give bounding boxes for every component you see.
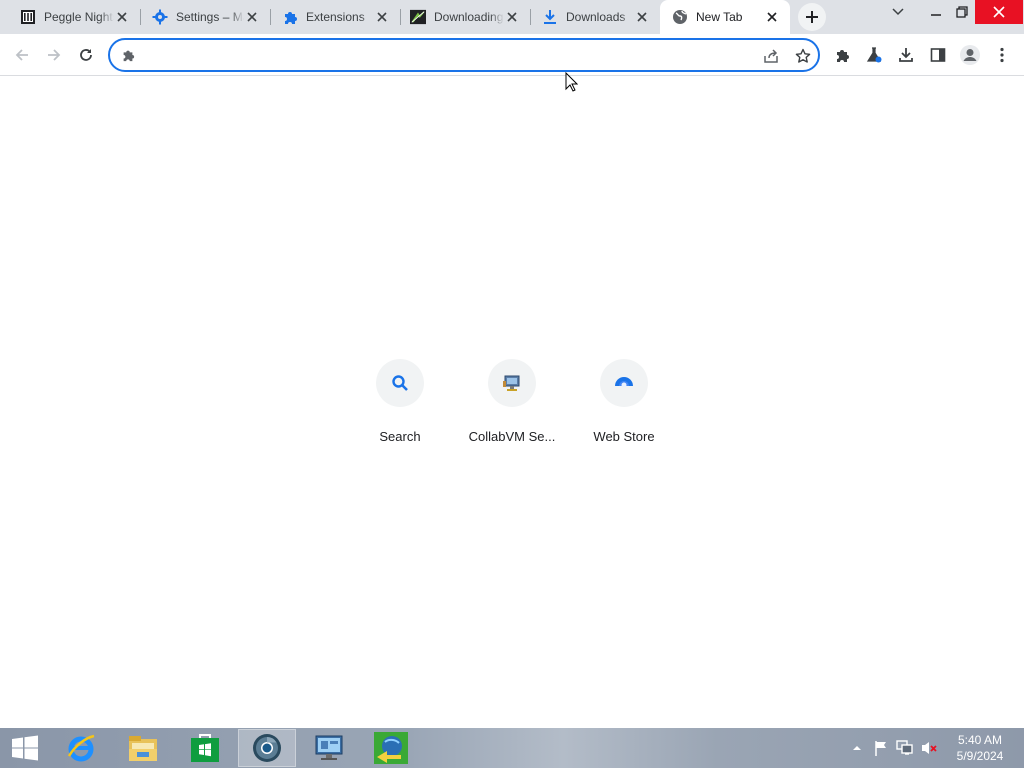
start-button[interactable] [0,729,50,767]
arrow-left-icon [15,49,28,61]
avatar-icon [960,45,980,65]
store-taskbar-button[interactable] [176,729,234,767]
taskbar: 5:40 AM 5/9/2024 [0,728,1024,768]
museum-icon [20,9,36,25]
shortcut-label: Search [379,429,421,444]
clock-time: 5:40 AM [957,733,1003,747]
profile-button[interactable] [954,39,986,71]
webstore-icon [600,359,648,407]
kebab-menu-icon [1000,47,1004,63]
remote-desktop-icon [315,735,343,760]
close-icon[interactable] [244,9,260,25]
mouse-cursor-icon [565,71,579,97]
toolbar [0,34,1024,76]
flag-icon [875,741,886,756]
shortcut-collabvm[interactable]: CollabVM Se... [456,357,568,447]
new-tab-button[interactable] [798,3,826,31]
volume-muted-icon [922,742,937,754]
action-center-button[interactable] [872,738,890,758]
search-icon [376,359,424,407]
tab-downloads[interactable]: Downloads [530,0,660,34]
chrome-icon [253,734,281,762]
labs-button[interactable] [858,39,890,71]
close-icon[interactable] [764,9,780,25]
tab-title: Peggle Nights [44,10,114,24]
clock-date: 5/9/2024 [956,749,1004,763]
store-icon [191,734,219,762]
share-icon[interactable] [760,45,782,67]
downloads-button[interactable] [890,39,922,71]
system-clock[interactable]: 5:40 AM 5/9/2024 [948,732,1012,764]
new-tab-page: Search CollabVM Se... Web Store [0,77,1024,728]
tab-peggle[interactable]: Peggle Nights [0,0,140,34]
arrow-right-icon [48,49,61,61]
minimize-icon [931,14,941,16]
file-explorer-taskbar-button[interactable] [114,729,172,767]
tab-search-button[interactable] [882,0,914,24]
close-icon[interactable] [374,9,390,25]
tab-title: Extensions [306,10,365,24]
download-manager-icon [374,732,408,764]
side-panel-icon [930,48,946,62]
volume-button[interactable] [920,738,938,758]
address-input[interactable] [144,45,744,65]
puzzle-icon [837,50,849,62]
network-button[interactable] [896,738,914,758]
extensions-button[interactable] [826,39,858,71]
tab-title: New Tab [696,10,743,24]
tab-title: Downloading [434,10,504,24]
globe-icon [672,9,688,25]
restore-button[interactable] [946,0,978,24]
reload-button[interactable] [70,39,102,71]
close-window-button[interactable] [975,0,1023,24]
tab-new-tab[interactable]: New Tab [660,0,790,34]
network-icon [896,740,913,755]
gear-icon [152,9,168,25]
download-icon [542,9,558,25]
start-icon [12,735,38,761]
close-icon[interactable] [634,9,650,25]
download-site-icon [410,9,426,25]
show-hidden-icons-button[interactable] [848,738,866,758]
close-icon [993,6,1005,18]
plus-icon [806,11,818,23]
tab-extensions[interactable]: Extensions [270,0,400,34]
address-bar[interactable] [108,38,820,72]
close-icon[interactable] [504,9,520,25]
file-explorer-icon [129,736,157,761]
back-button[interactable] [6,39,38,71]
chrome-taskbar-button[interactable] [238,729,296,767]
download-manager-taskbar-button[interactable] [362,729,420,767]
collabvm-icon [488,359,536,407]
tab-settings[interactable]: Settings – Manage [140,0,270,34]
chevron-down-icon [892,8,904,16]
star-icon[interactable] [792,45,814,67]
shortcut-label: Web Store [593,429,655,444]
internet-explorer-icon [67,734,95,762]
close-icon[interactable] [114,9,130,25]
shortcut-label: CollabVM Se... [468,429,556,444]
reload-icon [80,49,92,61]
restore-icon [956,6,968,18]
remote-desktop-taskbar-button[interactable] [300,729,358,767]
tab-title: Settings – Manage [176,10,244,24]
internet-explorer-taskbar-button[interactable] [52,729,110,767]
side-panel-button[interactable] [922,39,954,71]
download-icon [899,48,913,62]
tab-title: Downloads [566,10,626,24]
forward-button[interactable] [38,39,70,71]
puzzle-icon [282,9,298,25]
tab-downloading[interactable]: Downloading [400,0,530,34]
shortcut-search[interactable]: Search [344,357,456,447]
chevron-up-icon [853,746,861,750]
flask-icon [866,47,882,63]
tab-strip: Peggle Nights Settings – Manage Extensio… [0,0,1024,34]
menu-button[interactable] [986,39,1018,71]
shortcut-webstore[interactable]: Web Store [568,357,680,447]
puzzle-icon [120,47,136,63]
